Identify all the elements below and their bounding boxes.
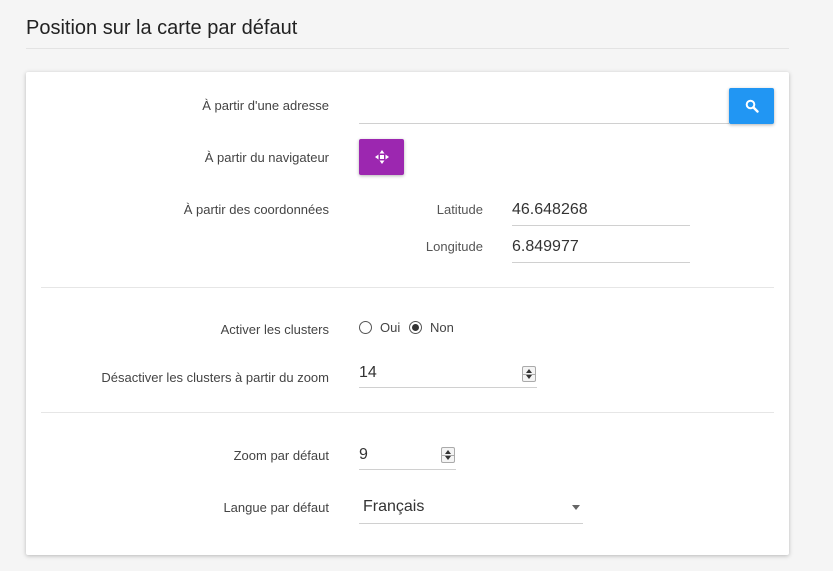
language-select[interactable]: Français: [359, 490, 583, 524]
default-zoom-label: Zoom par défaut: [233, 448, 329, 463]
chevron-down-icon: [572, 505, 580, 510]
language-selected-value: Français: [363, 498, 425, 515]
cluster-zoom-input[interactable]: [359, 358, 537, 388]
page-title: Position sur la carte par défaut: [26, 17, 298, 39]
crosshair-icon: [374, 150, 389, 164]
clusters-radio-oui[interactable]: [359, 321, 372, 334]
title-divider: [26, 48, 789, 49]
search-icon: [745, 99, 759, 113]
language-label: Langue par défaut: [223, 500, 329, 515]
address-input[interactable]: [359, 92, 729, 124]
locate-browser-button[interactable]: [359, 139, 404, 175]
default-zoom-spinner[interactable]: [441, 447, 455, 463]
clusters-option-non-label: Non: [430, 320, 454, 335]
longitude-input[interactable]: [512, 231, 690, 263]
cluster-zoom-label: Désactiver les clusters à partir du zoom: [101, 370, 329, 385]
address-search-button[interactable]: [729, 88, 774, 124]
latitude-label: Latitude: [436, 202, 483, 217]
cluster-zoom-spinner[interactable]: [522, 366, 536, 382]
section-divider: [41, 287, 774, 288]
clusters-option-oui-label: Oui: [380, 320, 401, 335]
section-divider: [41, 412, 774, 413]
browser-label: À partir du navigateur: [204, 150, 329, 165]
clusters-radio-non[interactable]: [409, 321, 422, 334]
coordinates-label: À partir des coordonnées: [183, 202, 329, 217]
longitude-label: Longitude: [425, 239, 483, 254]
clusters-label: Activer les clusters: [220, 322, 329, 337]
address-label: À partir d'une adresse: [202, 98, 329, 113]
settings-card: À partir d'une adresse À partir du navig…: [26, 72, 789, 555]
latitude-input[interactable]: [512, 194, 690, 226]
